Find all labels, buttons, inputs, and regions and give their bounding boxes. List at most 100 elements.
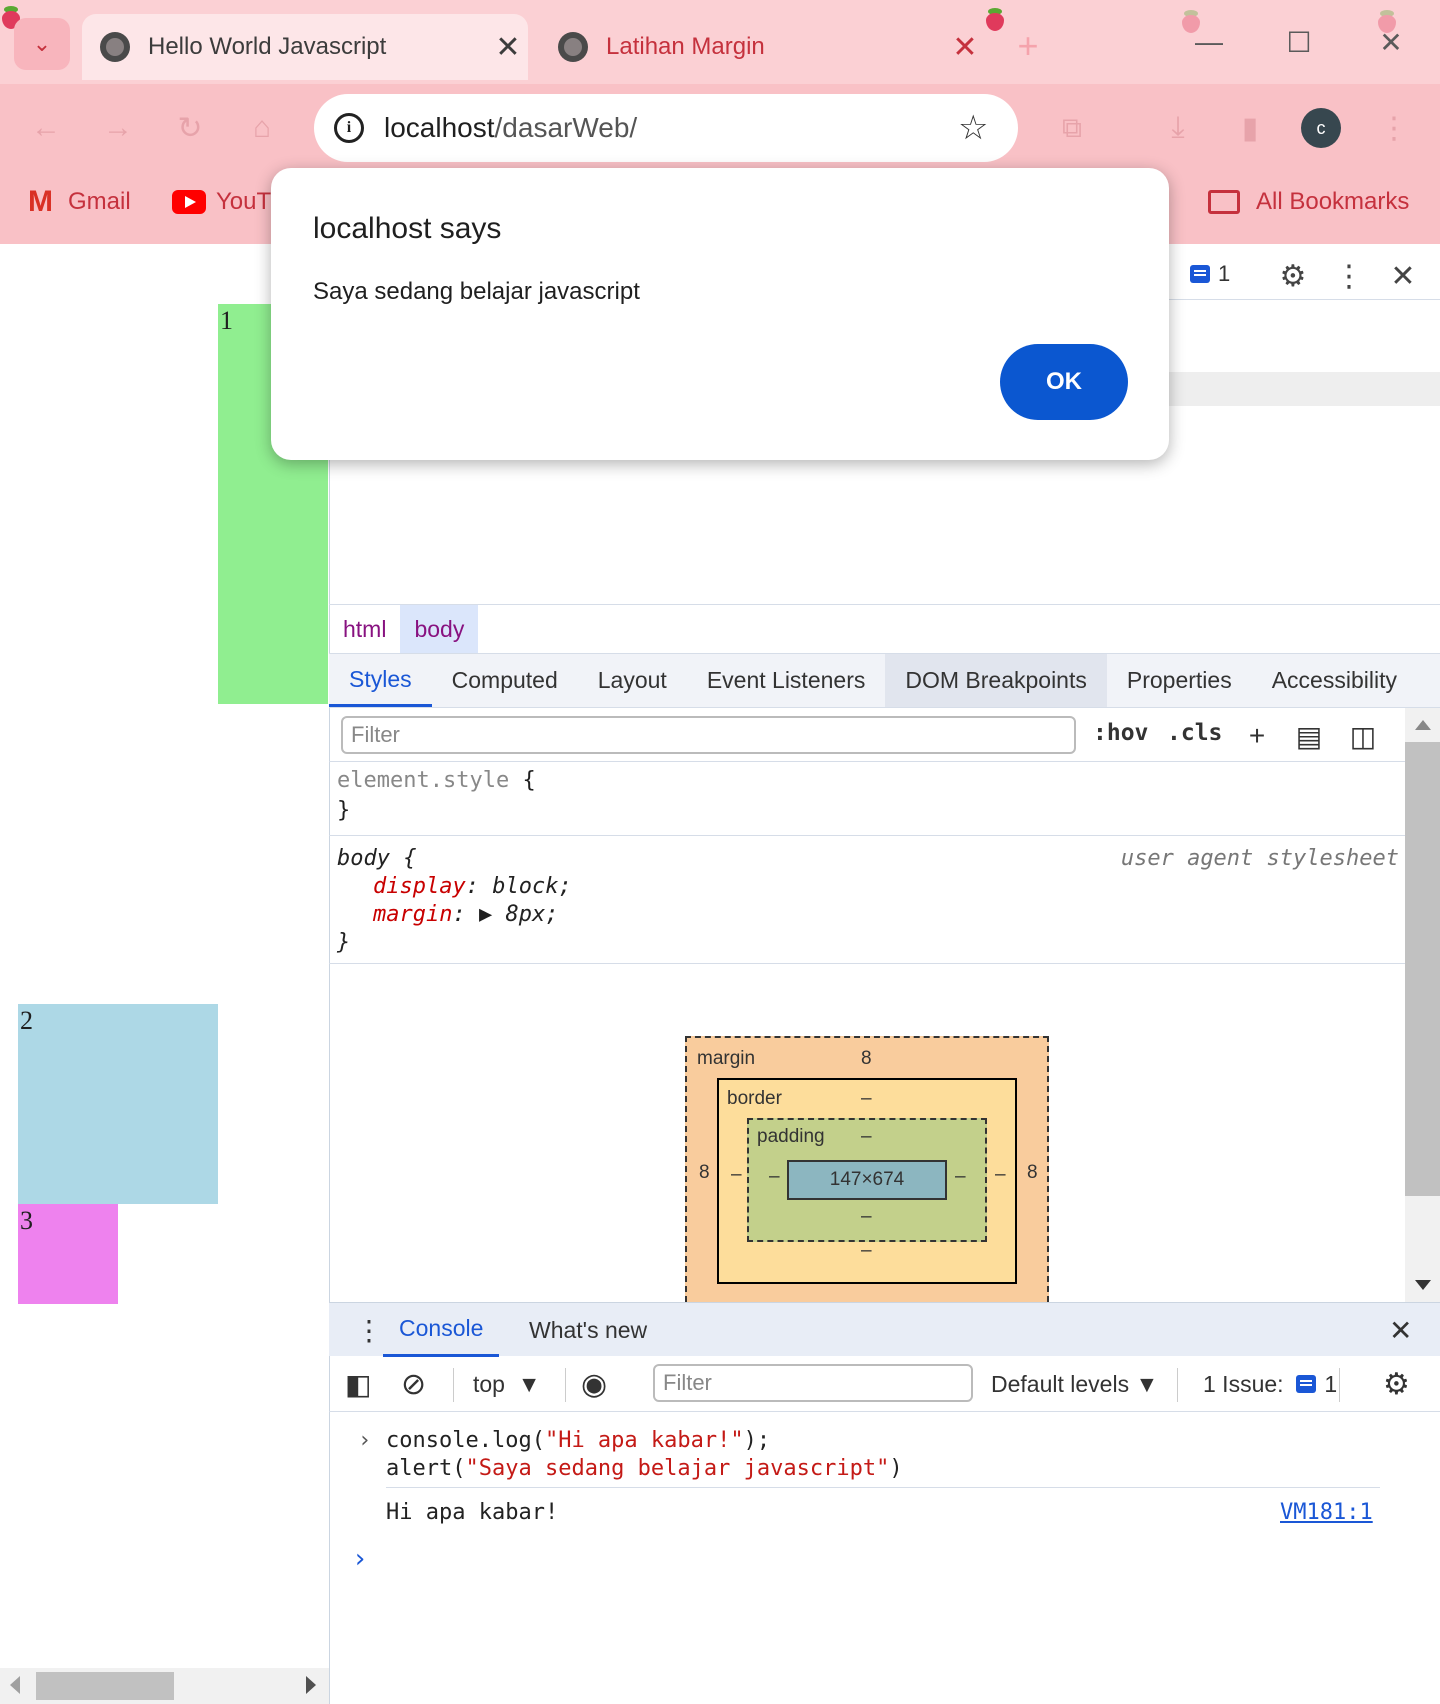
tab-accessibility[interactable]: Accessibility bbox=[1252, 654, 1417, 707]
tab-dom-breakpoints[interactable]: DOM Breakpoints bbox=[885, 654, 1107, 707]
side-panel-icon[interactable]: ▮ bbox=[1226, 104, 1274, 152]
styles-vertical-scrollbar[interactable] bbox=[1405, 708, 1440, 1302]
declaration-display[interactable]: display: block; bbox=[373, 874, 572, 899]
maximize-button[interactable]: ☐ bbox=[1254, 14, 1344, 70]
cls-toggle[interactable]: .cls bbox=[1167, 720, 1222, 746]
horizontal-scrollbar[interactable] bbox=[0, 1668, 330, 1704]
console-output: Hi apa kabar! bbox=[386, 1500, 559, 1525]
close-tab-icon[interactable]: ✕ bbox=[945, 30, 985, 65]
console-source-link[interactable]: VM181:1 bbox=[1280, 1500, 1373, 1525]
message-icon bbox=[1190, 265, 1210, 283]
menu-kebab-icon[interactable]: ⋮ bbox=[1370, 104, 1418, 152]
tab-layout[interactable]: Layout bbox=[578, 654, 687, 707]
scrollbar-thumb[interactable] bbox=[36, 1672, 174, 1700]
strawberry-decoration bbox=[984, 6, 1006, 32]
console-input-line-2: alert("Saya sedang belajar javascript") bbox=[386, 1456, 903, 1481]
globe-icon bbox=[558, 32, 588, 62]
issues-badge[interactable]: 1 bbox=[1190, 258, 1230, 290]
settings-gear-icon[interactable]: ⚙ bbox=[1271, 254, 1315, 298]
address-bar[interactable]: i localhost/dasarWeb/ ☆ bbox=[314, 94, 1018, 162]
margin-top-value: 8 bbox=[861, 1048, 872, 1069]
scroll-left-arrow-icon[interactable] bbox=[10, 1676, 20, 1694]
url-text[interactable]: localhost/dasarWeb/ bbox=[384, 112, 958, 144]
log-levels-dropdown[interactable]: Default levels ▼ bbox=[991, 1366, 1158, 1402]
folder-icon bbox=[1208, 190, 1240, 214]
dropdown-arrow-icon: ▼ bbox=[517, 1370, 541, 1397]
bookmark-gmail[interactable]: Gmail bbox=[28, 185, 131, 219]
forward-button[interactable]: → bbox=[94, 104, 142, 152]
box-model-margin[interactable]: margin 8 8 8 border – – – – padding – – … bbox=[685, 1036, 1049, 1302]
tab-latihan-margin[interactable]: Latihan Margin ✕ bbox=[540, 14, 985, 80]
scroll-right-arrow-icon[interactable] bbox=[306, 1676, 316, 1694]
hov-toggle[interactable]: :hov bbox=[1093, 720, 1148, 746]
new-rule-plus-icon[interactable]: + bbox=[1239, 718, 1275, 754]
site-info-icon[interactable]: i bbox=[334, 113, 364, 143]
bookmark-youtube[interactable]: YouTu bbox=[172, 186, 284, 218]
all-bookmarks[interactable]: All Bookmarks bbox=[1208, 186, 1409, 218]
tab-styles[interactable]: Styles bbox=[329, 654, 432, 707]
context-selector[interactable]: top ▼ bbox=[473, 1366, 541, 1402]
tab-computed[interactable]: Computed bbox=[432, 654, 578, 707]
close-devtools-icon[interactable]: ✕ bbox=[1381, 254, 1425, 298]
close-window-button[interactable]: ✕ bbox=[1346, 14, 1436, 70]
ok-button[interactable]: OK bbox=[1000, 344, 1128, 420]
toggle-sidebar-icon[interactable]: ◫ bbox=[1345, 718, 1381, 754]
sidebar-toggle-icon[interactable]: ◧ bbox=[345, 1366, 371, 1402]
alert-message: Saya sedang belajar javascript bbox=[313, 278, 640, 305]
tab-title: Hello World Javascript bbox=[148, 33, 387, 60]
tab-whats-new[interactable]: What's new bbox=[529, 1303, 647, 1357]
extensions-icon[interactable]: ⧉ bbox=[1048, 104, 1096, 152]
console-filter-input[interactable]: Filter bbox=[653, 1364, 973, 1402]
stylesheet-source: user agent stylesheet bbox=[1120, 846, 1399, 871]
body-selector[interactable]: body bbox=[337, 846, 390, 871]
drawer-tabbar: ⋮ Console What's new ✕ bbox=[329, 1302, 1440, 1357]
scroll-up-arrow-icon[interactable] bbox=[1415, 720, 1431, 730]
tab-title: Latihan Margin bbox=[606, 33, 765, 60]
close-tab-icon[interactable]: ✕ bbox=[488, 30, 528, 65]
drawer-menu-icon[interactable]: ⋮ bbox=[355, 1303, 383, 1357]
tab-event-listeners[interactable]: Event Listeners bbox=[687, 654, 886, 707]
margin-right-value: 8 bbox=[1027, 1162, 1038, 1183]
reload-button[interactable]: ↻ bbox=[166, 104, 214, 152]
box-model-content[interactable]: 147×674 bbox=[787, 1160, 947, 1200]
profile-avatar[interactable]: c bbox=[1301, 108, 1341, 148]
scrollbar-thumb[interactable] bbox=[1405, 742, 1440, 1196]
alert-title: localhost says bbox=[313, 212, 502, 245]
bookmark-star-icon[interactable]: ☆ bbox=[958, 108, 998, 148]
live-expression-eye-icon[interactable]: ◉ bbox=[581, 1366, 607, 1402]
console-input-line-1: console.log("Hi apa kabar!"); bbox=[386, 1428, 771, 1453]
dropdown-arrow-icon: ▼ bbox=[1135, 1370, 1159, 1397]
tab-hello-world[interactable]: Hello World Javascript ✕ bbox=[82, 14, 528, 80]
box-model-border[interactable]: border – – – – padding – – – – 147×674 bbox=[717, 1078, 1017, 1284]
console-issues-button[interactable]: 1 Issue: 1 bbox=[1203, 1366, 1337, 1402]
back-button[interactable]: ← bbox=[22, 104, 70, 152]
close-drawer-icon[interactable]: ✕ bbox=[1389, 1303, 1412, 1357]
box-2: 2 bbox=[18, 1004, 218, 1204]
new-tab-button[interactable]: + bbox=[1000, 20, 1056, 72]
console-prompt-icon[interactable]: › bbox=[352, 1544, 368, 1574]
input-chevron-icon: › bbox=[358, 1428, 372, 1453]
download-icon[interactable]: ⤓ bbox=[1154, 104, 1202, 152]
more-options-icon[interactable]: ⋮ bbox=[1327, 254, 1371, 298]
declaration-margin[interactable]: margin: ▶ 8px; bbox=[373, 902, 558, 927]
paint-brush-icon[interactable]: ▤ bbox=[1291, 718, 1327, 754]
expand-triangle-icon: ▶ bbox=[478, 902, 506, 927]
globe-icon bbox=[100, 32, 130, 62]
breadcrumb-html[interactable]: html bbox=[329, 605, 400, 653]
box-model-padding[interactable]: padding – – – – 147×674 bbox=[747, 1118, 987, 1242]
element-style-selector[interactable]: element.style bbox=[337, 768, 509, 793]
console-settings-gear-icon[interactable]: ⚙ bbox=[1383, 1366, 1410, 1402]
tab-search-button[interactable]: ⌄ bbox=[14, 18, 70, 70]
gmail-icon bbox=[28, 185, 58, 219]
youtube-icon bbox=[172, 190, 206, 214]
minimize-button[interactable]: — bbox=[1164, 14, 1254, 70]
tab-properties[interactable]: Properties bbox=[1107, 654, 1252, 707]
scroll-down-arrow-icon[interactable] bbox=[1415, 1280, 1431, 1290]
console-divider bbox=[386, 1487, 1380, 1488]
tab-console[interactable]: Console bbox=[383, 1303, 500, 1357]
clear-console-icon[interactable]: ⊘ bbox=[401, 1366, 426, 1402]
home-button[interactable]: ⌂ bbox=[238, 104, 286, 152]
styles-filter-input[interactable]: Filter bbox=[341, 716, 1076, 754]
breadcrumb-body[interactable]: body bbox=[400, 605, 479, 653]
margin-left-value: 8 bbox=[699, 1162, 710, 1183]
